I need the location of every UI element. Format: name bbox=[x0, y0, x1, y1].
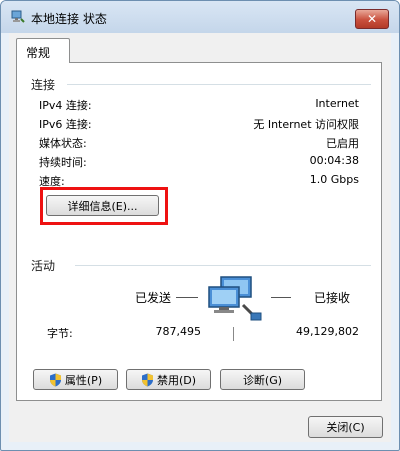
bytes-label: 字节: bbox=[47, 327, 73, 340]
disable-button-label: 禁用(D) bbox=[156, 373, 197, 387]
window-title: 本地连接 状态 bbox=[31, 12, 107, 26]
network-activity-icon bbox=[208, 276, 262, 321]
received-dash bbox=[271, 297, 291, 298]
general-panel: 连接 IPv4 连接: Internet IPv6 连接: 无 Internet… bbox=[16, 62, 382, 401]
diagnose-button[interactable]: 诊断(G) bbox=[220, 369, 305, 390]
activity-separator bbox=[233, 327, 234, 341]
properties-button[interactable]: 属性(P) bbox=[33, 369, 118, 390]
sent-dash bbox=[176, 297, 198, 298]
close-icon: ✕ bbox=[366, 12, 378, 26]
uac-shield-icon bbox=[141, 373, 153, 386]
ipv4-label: IPv4 连接: bbox=[39, 99, 92, 112]
ipv6-label: IPv6 连接: bbox=[39, 118, 92, 131]
connection-group-title: 连接 bbox=[31, 78, 56, 92]
close-button[interactable]: 关闭(C) bbox=[308, 416, 383, 438]
received-label: 已接收 bbox=[314, 291, 351, 305]
bytes-received-value: 49,129,802 bbox=[296, 325, 359, 338]
disable-button[interactable]: 禁用(D) bbox=[126, 369, 211, 390]
properties-button-label: 属性(P) bbox=[64, 373, 103, 387]
tab-general-label: 常规 bbox=[26, 46, 51, 60]
close-window-button[interactable]: ✕ bbox=[355, 9, 389, 29]
ipv4-value: Internet bbox=[315, 97, 359, 110]
activity-divider bbox=[75, 265, 371, 267]
title-bar: 本地连接 状态 ✕ bbox=[1, 1, 399, 33]
ipv6-value: 无 Internet 访问权限 bbox=[253, 118, 359, 131]
status-window: 本地连接 状态 ✕ 常规 连接 IPv4 连接: Internet IPv6 连… bbox=[0, 0, 400, 451]
media-state-label: 媒体状态: bbox=[39, 137, 87, 150]
speed-value: 1.0 Gbps bbox=[309, 173, 359, 186]
highlight-box bbox=[40, 187, 168, 225]
duration-label: 持续时间: bbox=[39, 156, 87, 169]
duration-value: 00:04:38 bbox=[309, 154, 359, 167]
network-connection-icon bbox=[11, 10, 25, 23]
connection-divider bbox=[67, 84, 371, 86]
bytes-sent-value: 787,495 bbox=[155, 325, 202, 338]
tab-general[interactable]: 常规 bbox=[16, 38, 70, 63]
activity-group-title: 活动 bbox=[31, 259, 56, 273]
sent-label: 已发送 bbox=[135, 291, 172, 305]
uac-shield-icon bbox=[49, 373, 61, 386]
media-state-value: 已启用 bbox=[326, 137, 359, 150]
client-area: 常规 连接 IPv4 连接: Internet IPv6 连接: 无 Inter… bbox=[9, 33, 391, 442]
